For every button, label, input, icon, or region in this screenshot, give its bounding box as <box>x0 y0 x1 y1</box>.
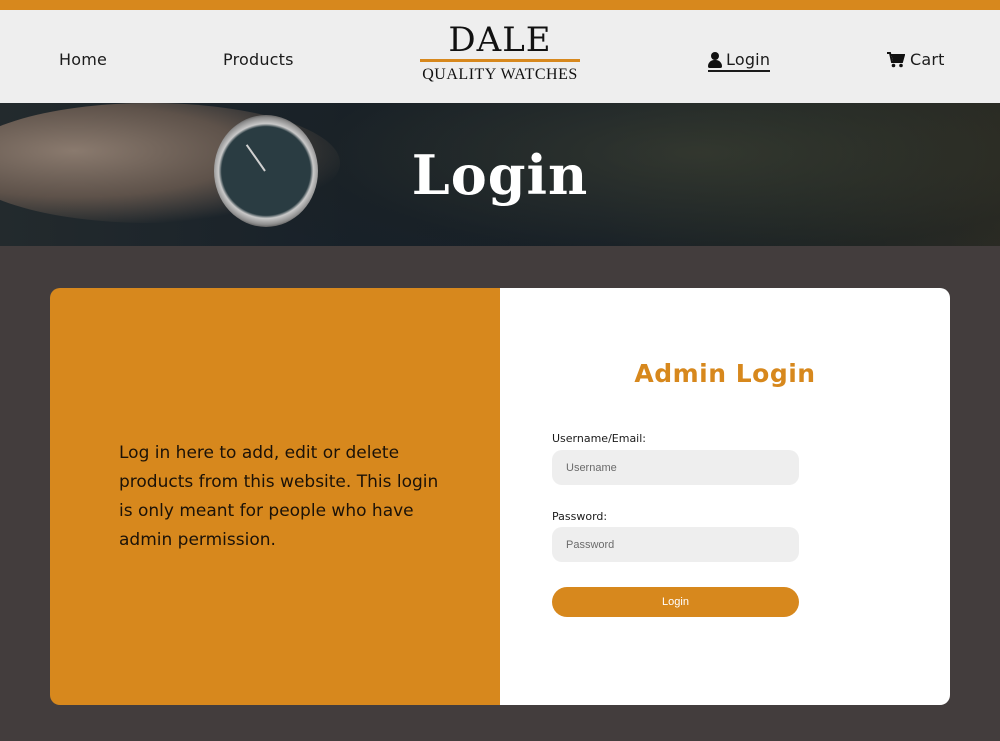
site-logo[interactable]: DALE QUALITY WATCHES <box>420 22 580 84</box>
form-panel: Admin Login <box>500 288 950 705</box>
page-title: Login <box>411 143 589 207</box>
login-button[interactable]: Login <box>552 587 799 617</box>
info-text: Log in here to add, edit or delete produ… <box>119 443 439 550</box>
shopping-cart-icon <box>887 51 905 67</box>
nav-login-link[interactable]: Login <box>708 50 771 72</box>
nav-cart-label: Cart <box>910 50 945 69</box>
form-title: Admin Login <box>634 359 816 388</box>
login-card: Log in here to add, edit or delete produ… <box>50 288 950 705</box>
nav-cart-link[interactable]: Cart <box>887 50 945 69</box>
nav-products-link[interactable]: Products <box>223 50 294 69</box>
top-accent-stripe <box>0 0 1000 10</box>
user-icon <box>708 51 722 68</box>
navbar: Home Products DALE QUALITY WATCHES Login… <box>0 10 1000 103</box>
nav-login-label: Login <box>726 50 771 69</box>
password-label: Password: <box>552 510 608 523</box>
info-panel: Log in here to add, edit or delete produ… <box>50 288 500 705</box>
logo-name: DALE <box>448 20 552 60</box>
username-input[interactable] <box>552 450 799 485</box>
password-input[interactable] <box>552 527 799 562</box>
hero-banner: Login <box>0 103 1000 246</box>
username-label: Username/Email: <box>552 432 647 445</box>
logo-tagline: QUALITY WATCHES <box>422 66 578 83</box>
nav-home-link[interactable]: Home <box>59 50 107 69</box>
